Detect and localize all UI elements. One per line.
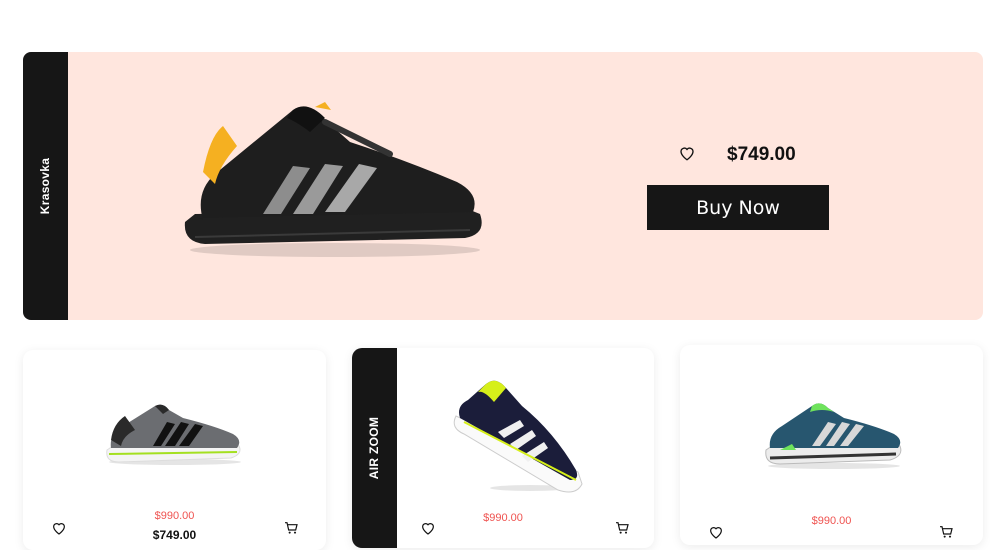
product-price: $990.00 <box>154 510 195 522</box>
featured-shoe-image <box>184 102 482 257</box>
favorite-heart-icon[interactable] <box>708 524 724 540</box>
cart-icon[interactable] <box>938 524 954 540</box>
featured-price: $749.00 <box>727 144 796 165</box>
product-card[interactable]: AIR ZOOM $990.00 <box>352 348 654 548</box>
product-sub-price: $749.00 <box>152 528 197 542</box>
category-side-label: Krasovka <box>38 157 53 215</box>
product-shoe-image <box>765 403 902 469</box>
featured-product-banner: Krasovka $749.00 Buy Now <box>23 52 983 320</box>
favorite-heart-icon[interactable] <box>678 144 696 162</box>
category-side-label: AIR ZOOM <box>367 416 382 480</box>
category-side-tab[interactable]: Krasovka <box>23 52 68 320</box>
product-shoe-image <box>106 404 241 465</box>
product-card[interactable]: $990.00 <box>680 345 983 545</box>
buy-now-button[interactable]: Buy Now <box>647 185 829 230</box>
product-card[interactable]: $990.00 $749.00 <box>23 350 326 550</box>
product-price: $990.00 <box>483 512 523 524</box>
product-shoe-image <box>453 380 583 493</box>
